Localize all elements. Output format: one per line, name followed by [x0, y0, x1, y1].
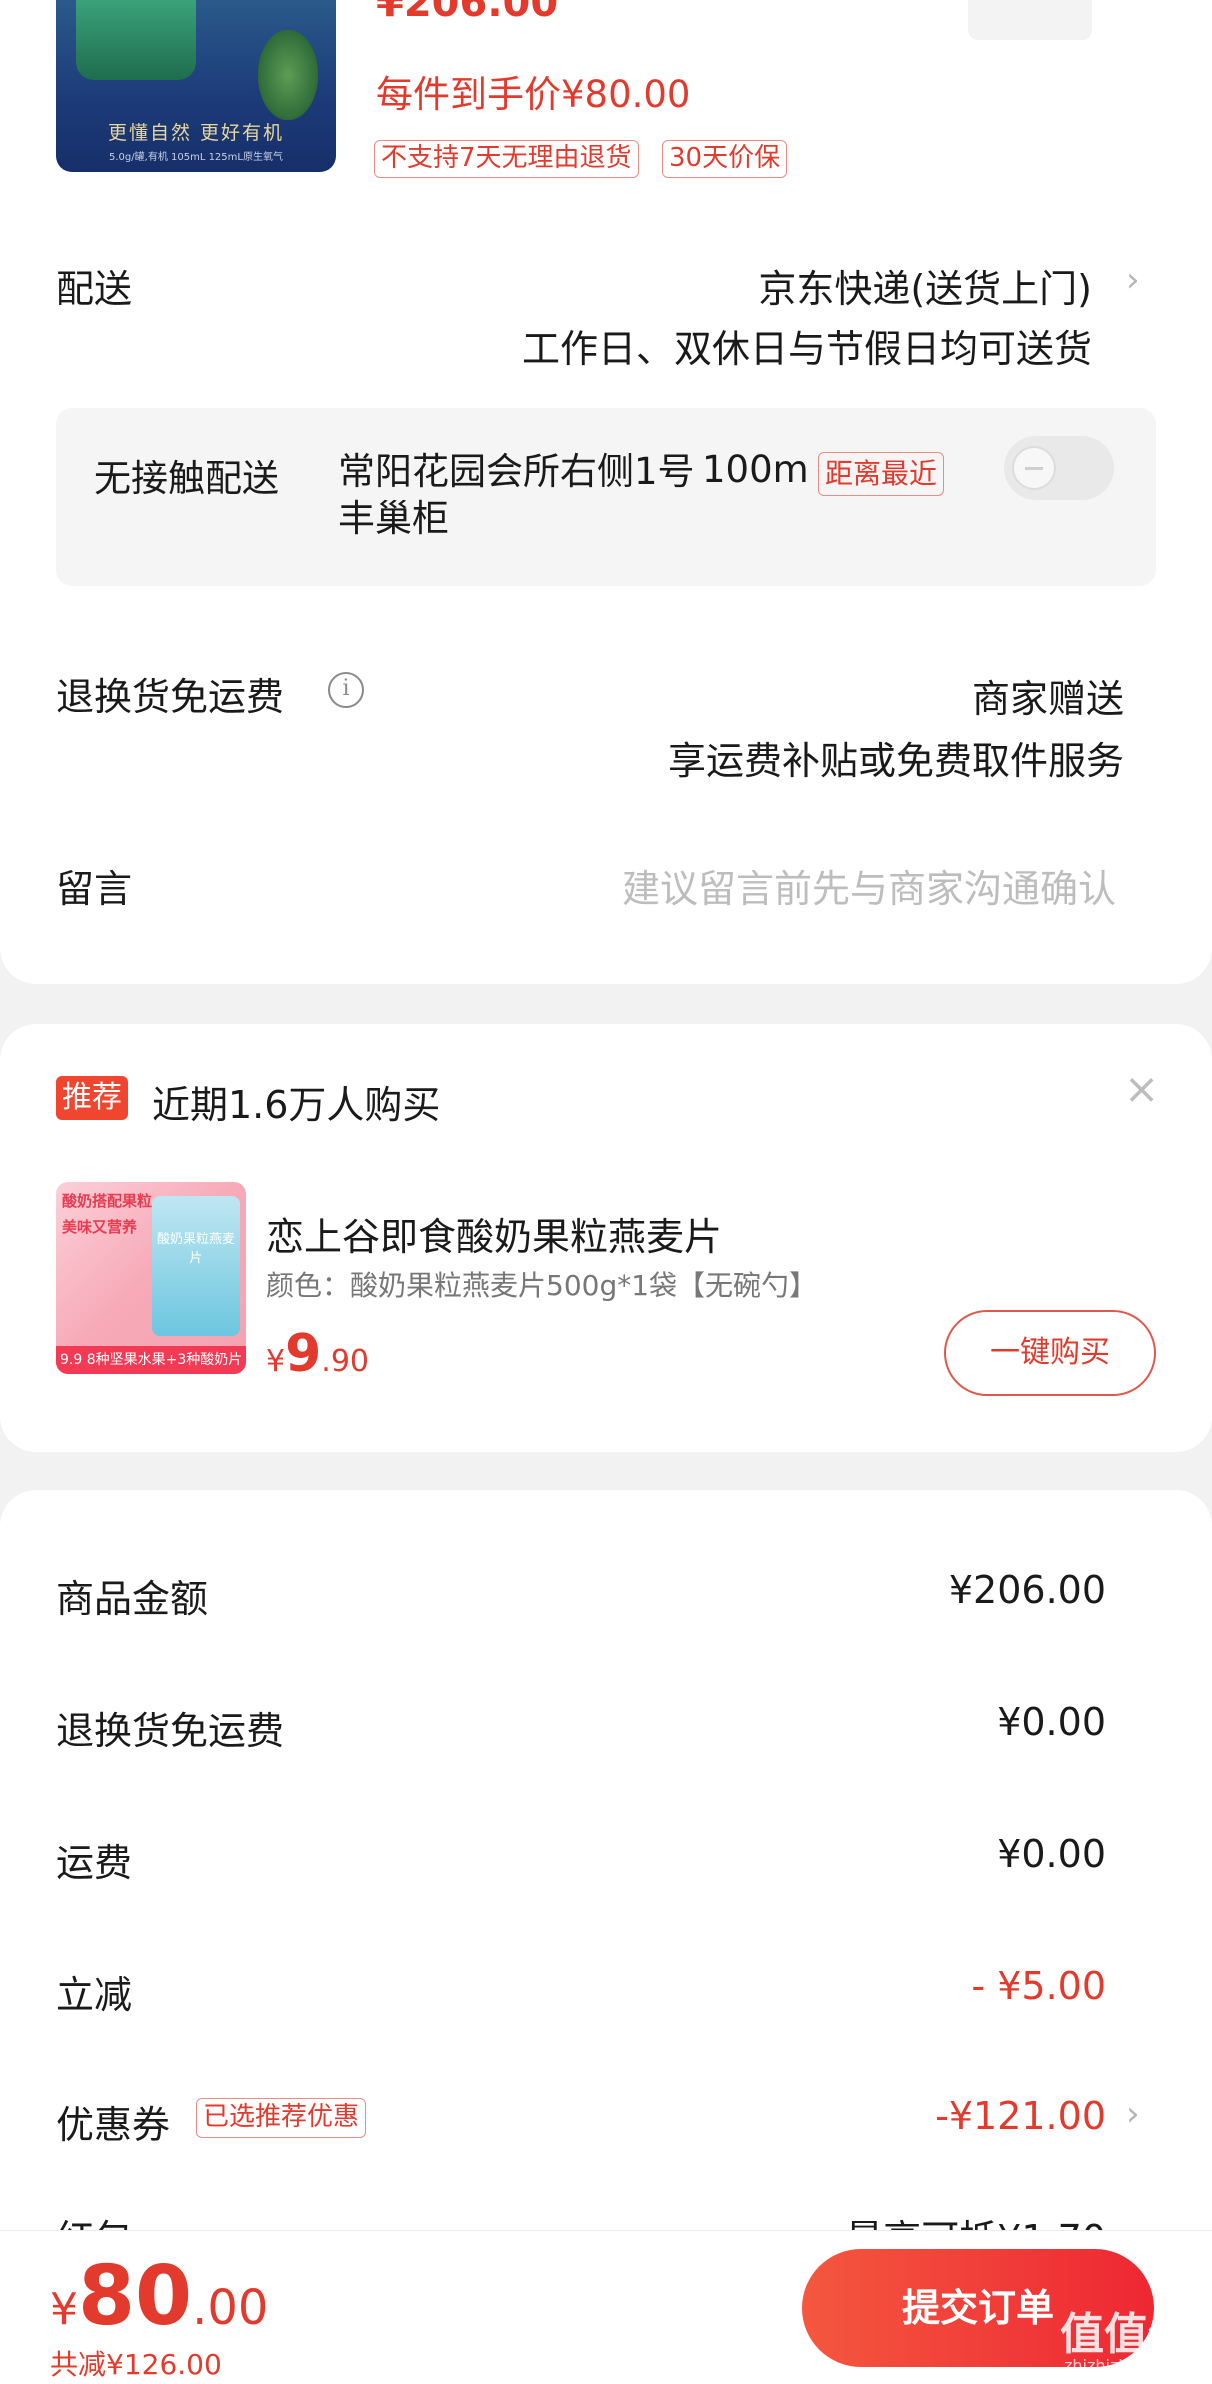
product-image-subcaption: 5.0g/罐,有机 105mL 125mL原生氧气: [109, 152, 283, 163]
order-card: 更懂自然 更好有机 5.0g/罐,有机 105mL 125mL原生氧气 ¥206…: [0, 0, 1212, 984]
no-return-tag: 不支持7天无理由退货: [374, 140, 639, 178]
instant-discount-label: 立减: [56, 1973, 133, 2017]
coupon-tag: 已选推荐优惠: [196, 2098, 367, 2138]
total-saved: 共减¥126.00: [50, 2348, 222, 2381]
info-icon[interactable]: i: [328, 672, 364, 708]
delivery-label: 配送: [56, 267, 133, 311]
price-integer: 9: [285, 1324, 322, 1384]
recommend-product-spec: 颜色：酸奶果粒燕麦片500g*1袋【无碗勺】: [266, 1269, 818, 1302]
coupon-value[interactable]: -¥121.00: [935, 2094, 1106, 2138]
message-input[interactable]: 建议留言前先与商家沟通确认: [622, 858, 1116, 913]
leaf-decoration: [258, 30, 318, 120]
no-contact-label: 无接触配送: [94, 457, 279, 500]
shipping-label: 运费: [56, 1841, 133, 1885]
product-bottle: [76, 0, 196, 80]
per-item-price: 每件到手价¥80.00: [376, 73, 691, 116]
goods-amount-value: ¥206.00: [948, 1568, 1106, 1612]
return-shipping-label: 退换货免运费: [56, 675, 285, 719]
delivery-method[interactable]: 京东快递(送货上门): [758, 258, 1092, 313]
no-contact-delivery: 无接触配送 常阳花园会所右侧1号丰巢柜 100m 距离最近: [56, 408, 1156, 586]
shipping-value: ¥0.00: [997, 1832, 1106, 1876]
price-protect-tag: 30天价保: [662, 140, 788, 178]
thumb-promo-bar: 9.9 8种坚果水果+3种酸奶片: [56, 1346, 246, 1374]
product-image-caption: 更懂自然 更好有机: [107, 122, 285, 144]
message-label: 留言: [56, 867, 133, 911]
goods-amount-label: 商品金额: [56, 1577, 209, 1621]
thumb-line1: 酸奶搭配果粒: [62, 1192, 153, 1210]
total-integer: 80: [78, 2249, 193, 2344]
return-shipping-value: 商家赠送: [971, 677, 1124, 721]
thumb-line2: 美味又营养: [62, 1218, 138, 1236]
total-decimal: .00: [192, 2280, 269, 2336]
watermark-sub: zhizhizhi.com: [1064, 2356, 1173, 2375]
locker-distance: 100m: [702, 448, 809, 491]
price-symbol: ¥: [266, 1344, 286, 1379]
recommend-product-name[interactable]: 恋上谷即食酸奶果粒燕麦片: [266, 1206, 722, 1261]
checkout-bar: ¥80.00 共减¥126.00 提交订单: [0, 2230, 1212, 2384]
recommend-tag: 推荐: [56, 1076, 128, 1120]
recommend-card: 推荐 近期1.6万人购买 × 酸奶搭配果粒 美味又营养 酸奶果粒燕麦片 9.9 …: [0, 1024, 1212, 1452]
total-price: ¥80.00: [50, 2249, 268, 2344]
recommend-product-price: ¥9.90: [266, 1324, 369, 1384]
instant-discount-value: - ¥5.00: [971, 1964, 1106, 2008]
delivery-schedule: 工作日、双休日与节假日均可送货: [521, 327, 1092, 371]
chevron-right-icon[interactable]: ›: [1126, 260, 1140, 300]
return-free-value: ¥0.00: [997, 1700, 1106, 1744]
close-icon[interactable]: ×: [1124, 1064, 1159, 1113]
product-image[interactable]: 更懂自然 更好有机 5.0g/罐,有机 105mL 125mL原生氧气: [56, 0, 336, 172]
coupon-label: 优惠券: [56, 2103, 171, 2147]
product-pack: [152, 1196, 240, 1336]
toggle-knob: [1012, 446, 1056, 490]
price-decimal: .90: [321, 1344, 369, 1379]
pack-label: 酸奶果粒燕麦片: [156, 1232, 235, 1266]
watermark: 值值值: [1060, 2309, 1192, 2360]
nearest-badge: 距离最近: [818, 452, 945, 496]
locker-address: 常阳花园会所右侧1号丰巢柜: [338, 450, 695, 540]
recommend-title: 近期1.6万人购买: [152, 1083, 441, 1127]
no-contact-toggle[interactable]: [1004, 436, 1114, 500]
total-symbol: ¥: [50, 2284, 78, 2335]
return-free-label: 退换货免运费: [56, 1709, 285, 1753]
chevron-right-icon[interactable]: ›: [1126, 2094, 1140, 2134]
return-shipping-desc: 享运费补贴或免费取件服务: [667, 739, 1124, 783]
recommend-product-image[interactable]: 酸奶搭配果粒 美味又营养 酸奶果粒燕麦片 9.9 8种坚果水果+3种酸奶片: [56, 1182, 246, 1374]
one-click-buy-button[interactable]: 一键购买: [944, 1310, 1156, 1396]
quantity-stepper[interactable]: [968, 0, 1092, 40]
product-price: ¥206.00: [376, 0, 559, 26]
